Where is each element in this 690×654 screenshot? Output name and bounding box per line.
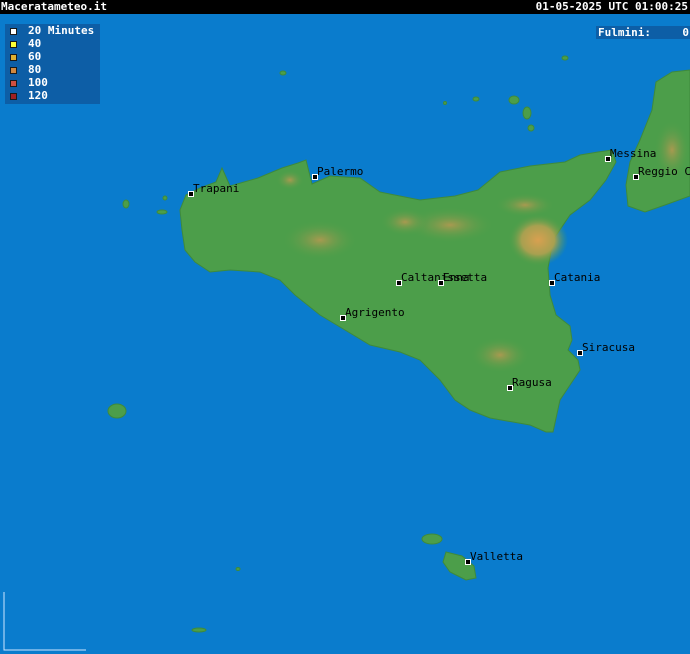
city-marker (549, 280, 555, 286)
legend-item: 100 (5, 76, 100, 89)
city-label: Enna (443, 271, 470, 284)
city-marker (507, 385, 513, 391)
legend-swatch (10, 41, 17, 48)
city-label: Reggio Ca (638, 165, 690, 178)
timestamp: 01-05-2025 UTC 01:00:25 (535, 0, 688, 13)
legend-label: 100 (28, 76, 48, 89)
legend-swatch (10, 28, 17, 35)
city-reggio-calabria: Reggio Ca (633, 165, 690, 180)
legend-swatch (10, 93, 17, 100)
legend-swatch (10, 67, 17, 74)
etna-relief (508, 214, 568, 266)
city-trapani: Trapani (188, 182, 240, 197)
map-canvas (0, 0, 690, 654)
city-valletta: Valletta (465, 550, 523, 565)
header-bar: Maceratameteo.it 01-05-2025 UTC 01:00:25 (0, 0, 690, 14)
city-label: Siracusa (582, 341, 635, 354)
city-messina: Messina (605, 147, 657, 162)
city-marker (633, 174, 639, 180)
legend-label: 80 (28, 63, 42, 76)
legend-label: 40 (28, 37, 42, 50)
city-marker (188, 191, 194, 197)
city-label: Agrigento (345, 306, 405, 319)
city-marker (340, 315, 346, 321)
legend-item: 40 (5, 37, 100, 50)
city-enna: Enna (438, 271, 470, 286)
legend-label: 20 Minutes (28, 24, 95, 37)
city-siracusa: Siracusa (577, 341, 635, 356)
legend-item: 20 Minutes (5, 24, 100, 37)
legend-item: 60 (5, 50, 100, 63)
city-label: Messina (610, 147, 657, 160)
city-marker (465, 559, 471, 565)
city-marker (312, 174, 318, 180)
city-label: Catania (554, 271, 601, 284)
strike-counter-value: 0 (682, 26, 689, 39)
city-label: Ragusa (512, 376, 552, 389)
legend-label: 60 (28, 50, 42, 63)
city-label: Valletta (470, 550, 523, 563)
city-palermo: Palermo (312, 165, 364, 180)
city-marker (605, 156, 611, 162)
city-marker (577, 350, 583, 356)
city-agrigento: Agrigento (340, 306, 405, 321)
city-marker (396, 280, 402, 286)
city-marker (438, 280, 444, 286)
legend-swatch (10, 80, 17, 87)
lightning-age-legend: 20 Minutes 40 60 80 100 120 (5, 24, 100, 104)
city-label: Trapani (193, 182, 240, 195)
site-name: Maceratameteo.it (1, 0, 107, 13)
city-catania: Catania (549, 271, 601, 286)
city-label: Palermo (317, 165, 364, 178)
strike-counter: Fulmini: 0 (596, 26, 690, 39)
city-ragusa: Ragusa (507, 376, 552, 391)
legend-item: 80 (5, 63, 100, 76)
legend-label: 120 (28, 89, 48, 102)
legend-item: 120 (5, 89, 100, 102)
legend-swatch (10, 54, 17, 61)
strike-counter-label: Fulmini: (598, 26, 651, 39)
